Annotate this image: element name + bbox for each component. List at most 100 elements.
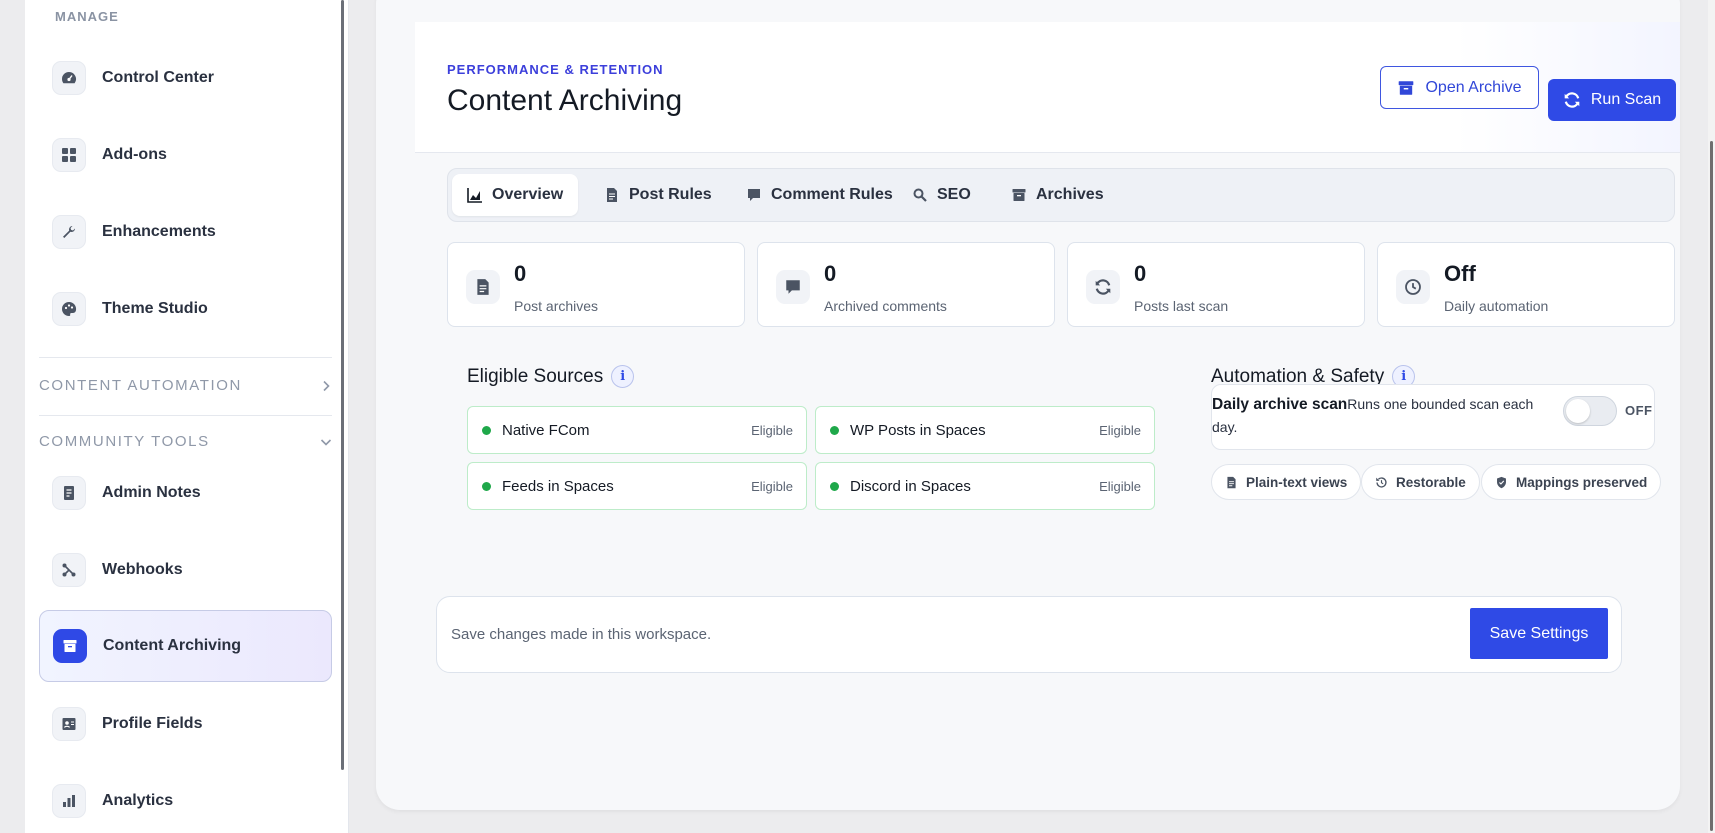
tab-label: Post Rules bbox=[629, 186, 712, 203]
status-badge: Eligible bbox=[1099, 478, 1141, 494]
save-settings-button[interactable]: Save Settings bbox=[1470, 608, 1608, 659]
tab-label: Overview bbox=[492, 186, 564, 203]
status-badge: Eligible bbox=[1099, 422, 1141, 438]
tab-comment-rules[interactable]: Comment Rules bbox=[731, 174, 908, 216]
sidebar-divider bbox=[39, 357, 332, 358]
tab-label: SEO bbox=[937, 186, 971, 203]
tab-label: Comment Rules bbox=[771, 186, 893, 203]
sidebar-item-label: Theme Studio bbox=[102, 300, 208, 317]
section-toggle-content-automation[interactable]: CONTENT AUTOMATION bbox=[39, 377, 332, 394]
chip-plain-text-views: Plain-text views bbox=[1211, 464, 1362, 500]
stat-card-posts-last-scan: 0 Posts last scan bbox=[1067, 242, 1365, 327]
info-icon[interactable]: i bbox=[611, 365, 635, 388]
sidebar-item-control-center[interactable]: Control Center bbox=[39, 42, 332, 114]
source-item: Feeds in Spaces Eligible bbox=[467, 462, 807, 510]
archive-icon bbox=[1399, 80, 1414, 95]
stat-caption: Archived comments bbox=[824, 298, 947, 314]
clock-icon bbox=[1396, 270, 1430, 304]
sidebar-item-label: Enhancements bbox=[102, 223, 216, 240]
sidebar-item-webhooks[interactable]: Webhooks bbox=[39, 534, 332, 606]
section-toggle-community-tools[interactable]: COMMUNITY TOOLS bbox=[39, 433, 332, 450]
sidebar: MANAGE Control Center Add-ons Enhancemen… bbox=[25, 0, 348, 833]
source-name: Feeds in Spaces bbox=[502, 477, 614, 495]
tab-archives[interactable]: Archives bbox=[996, 174, 1119, 216]
sidebar-item-label: Admin Notes bbox=[102, 484, 201, 501]
chip-restorable: Restorable bbox=[1361, 464, 1480, 500]
chip-mappings-preserved: Mappings preserved bbox=[1481, 464, 1662, 500]
save-bar: Save changes made in this workspace. Sav… bbox=[436, 596, 1622, 673]
open-archive-button[interactable]: Open Archive bbox=[1380, 66, 1539, 109]
archive-icon bbox=[53, 629, 87, 663]
status-badge: Eligible bbox=[751, 422, 793, 438]
chip-label: Restorable bbox=[1396, 474, 1466, 490]
stat-value: Off bbox=[1444, 261, 1476, 286]
page-scrollbar[interactable] bbox=[1708, 0, 1715, 833]
source-name: Native FCom bbox=[502, 421, 590, 439]
daily-scan-setting: Daily archive scanRuns one bounded scan … bbox=[1211, 384, 1655, 450]
palette-icon bbox=[52, 292, 86, 326]
sidebar-item-analytics[interactable]: Analytics bbox=[39, 765, 332, 833]
manage-section-title: MANAGE bbox=[55, 9, 119, 24]
toggle-knob bbox=[1566, 399, 1590, 423]
document-icon bbox=[466, 270, 500, 304]
stat-caption: Posts last scan bbox=[1134, 298, 1229, 314]
gauge-icon bbox=[52, 61, 86, 95]
stat-card-daily-automation: Off Daily automation bbox=[1377, 242, 1675, 327]
sidebar-item-content-archiving[interactable]: Content Archiving bbox=[39, 610, 332, 682]
refresh-icon bbox=[1086, 270, 1120, 304]
sidebar-item-theme-studio[interactable]: Theme Studio bbox=[39, 273, 332, 345]
toggle-state-label: OFF bbox=[1625, 403, 1653, 418]
eligible-sources-title: Eligible Sources bbox=[467, 365, 604, 387]
chevron-down-icon bbox=[320, 438, 332, 446]
tab-overview[interactable]: Overview bbox=[452, 174, 579, 216]
chevron-right-icon bbox=[323, 380, 330, 391]
webhook-icon bbox=[52, 553, 86, 587]
sidebar-item-enhancements[interactable]: Enhancements bbox=[39, 196, 332, 268]
wrench-icon bbox=[52, 215, 86, 249]
tab-seo[interactable]: SEO bbox=[897, 174, 986, 216]
id-card-icon bbox=[52, 707, 86, 741]
comment-icon bbox=[776, 270, 810, 304]
daily-scan-toggle[interactable] bbox=[1563, 396, 1617, 426]
sidebar-item-label: Profile Fields bbox=[102, 715, 203, 732]
source-name: Discord in Spaces bbox=[850, 477, 971, 495]
sidebar-item-add-ons[interactable]: Add-ons bbox=[39, 119, 332, 191]
refresh-icon bbox=[1564, 92, 1580, 108]
stat-value: 0 bbox=[824, 261, 837, 286]
chip-label: Plain-text views bbox=[1246, 474, 1348, 490]
grid-icon bbox=[52, 138, 86, 172]
sidebar-item-admin-notes[interactable]: Admin Notes bbox=[39, 457, 332, 529]
daily-scan-text: Daily archive scanRuns one bounded scan … bbox=[1212, 393, 1557, 439]
source-item: Discord in Spaces Eligible bbox=[815, 462, 1155, 510]
status-dot bbox=[830, 425, 839, 435]
search-icon bbox=[913, 188, 927, 202]
stat-caption: Post archives bbox=[514, 298, 599, 314]
tab-post-rules[interactable]: Post Rules bbox=[589, 174, 727, 216]
sidebar-item-profile-fields[interactable]: Profile Fields bbox=[39, 688, 332, 760]
run-scan-button[interactable]: Run Scan bbox=[1548, 79, 1676, 121]
save-hint: Save changes made in this workspace. bbox=[451, 626, 712, 643]
status-dot bbox=[830, 481, 839, 491]
stat-card-post-archives: 0 Post archives bbox=[447, 242, 745, 327]
shield-icon bbox=[1497, 476, 1506, 488]
scrollbar-thumb[interactable] bbox=[1710, 141, 1713, 831]
source-item: Native FCom Eligible bbox=[467, 406, 807, 454]
sidebar-item-label: Content Archiving bbox=[103, 637, 242, 654]
document-icon bbox=[607, 188, 617, 202]
stat-card-archived-comments: 0 Archived comments bbox=[757, 242, 1055, 327]
document-icon bbox=[1227, 476, 1236, 488]
tab-label: Archives bbox=[1036, 186, 1104, 203]
sidebar-scrollbar[interactable] bbox=[341, 0, 344, 770]
run-scan-label: Run Scan bbox=[1590, 91, 1662, 108]
chart-area-icon bbox=[467, 188, 482, 203]
status-badge: Eligible bbox=[751, 478, 793, 494]
sidebar-divider bbox=[39, 415, 332, 416]
page-eyebrow: PERFORMANCE & RETENTION bbox=[447, 62, 664, 77]
page-header: PERFORMANCE & RETENTION Content Archivin… bbox=[415, 22, 1680, 153]
chip-label: Mappings preserved bbox=[1516, 474, 1648, 490]
source-name: WP Posts in Spaces bbox=[850, 421, 986, 439]
section-label: CONTENT AUTOMATION bbox=[39, 377, 242, 394]
bar-chart-icon bbox=[52, 784, 86, 818]
section-label: COMMUNITY TOOLS bbox=[39, 433, 210, 450]
sidebar-item-label: Analytics bbox=[102, 792, 174, 809]
